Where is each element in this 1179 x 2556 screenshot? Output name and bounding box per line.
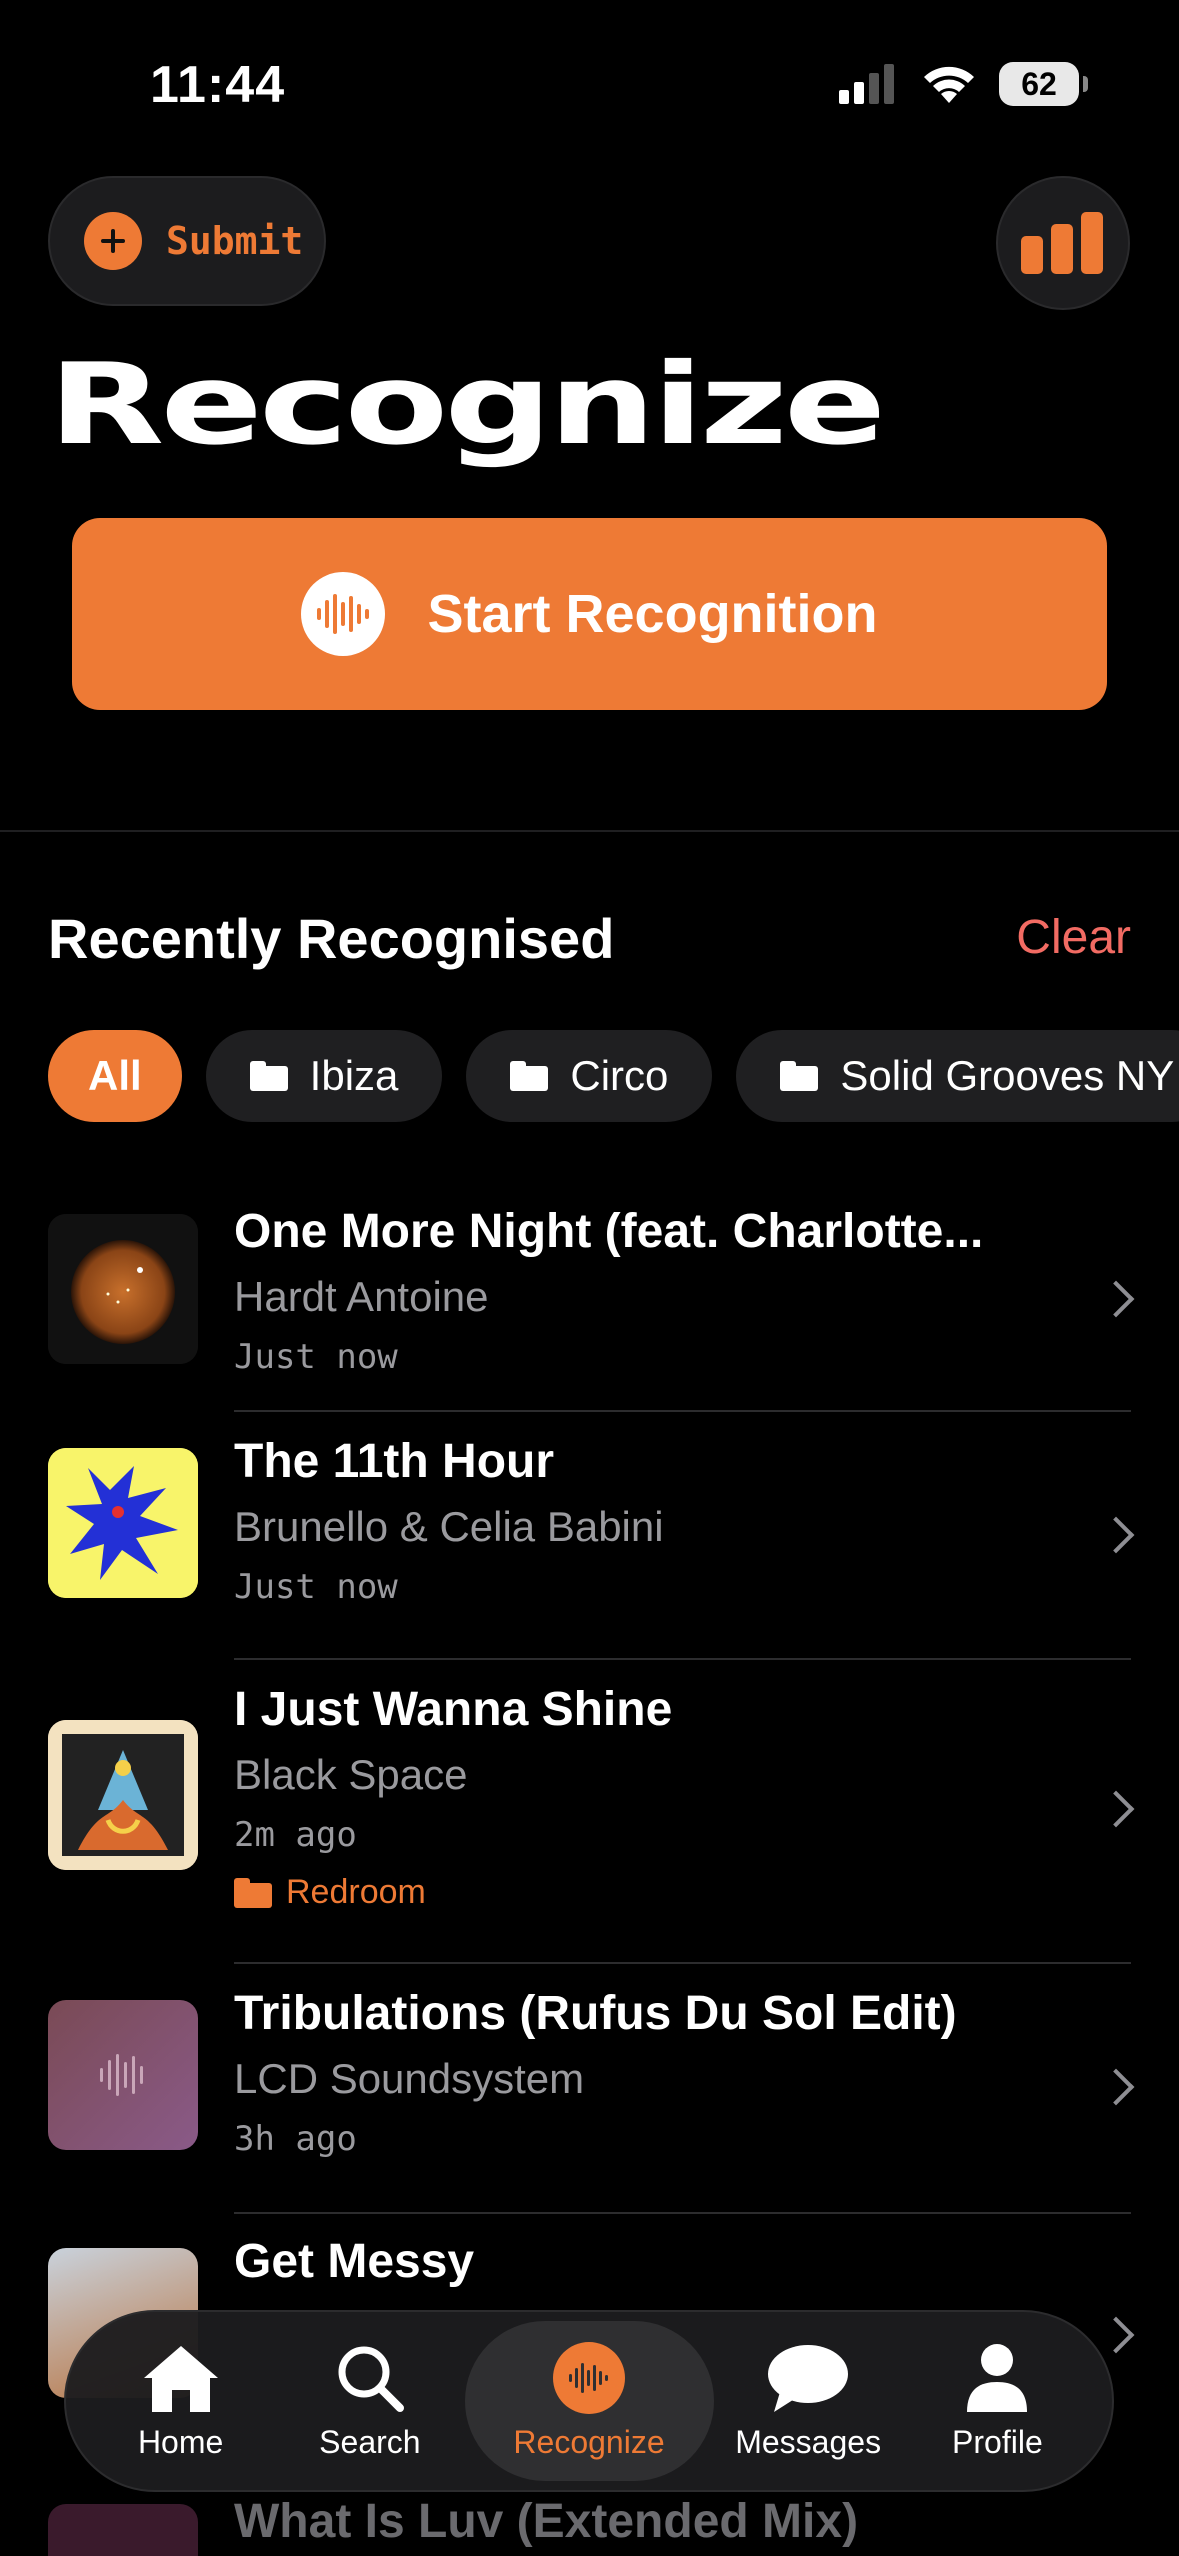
home-icon [143, 2345, 218, 2412]
track-time: 2m ago [234, 1815, 357, 1855]
plus-icon [84, 212, 142, 270]
bar-chart-icon [1021, 212, 1103, 274]
album-art-placeholder [48, 2000, 198, 2150]
track-row[interactable]: I Just Wanna Shine Black Space 2m ago Re… [0, 1660, 1179, 1964]
start-recognition-label: Start Recognition [427, 584, 878, 644]
submit-button[interactable]: Submit [48, 176, 326, 306]
section-title: Recently Recognised [48, 907, 615, 970]
search-icon [338, 2346, 404, 2412]
filter-chip-ibiza[interactable]: Ibiza [205, 1030, 443, 1122]
filter-chips: All Ibiza Circo Solid Grooves NY [48, 1030, 1179, 1122]
folder-icon [234, 1877, 272, 1908]
filter-chip-label: Ibiza [309, 1052, 399, 1099]
track-folder-label: Redroom [286, 1873, 426, 1911]
tab-label: Profile [952, 2423, 1043, 2460]
start-recognition-button[interactable]: Start Recognition [72, 518, 1107, 710]
track-time: Just now [234, 1337, 398, 1377]
track-title: I Just Wanna Shine [234, 1683, 673, 1736]
track-row[interactable]: Tribulations (Rufus Du Sol Edit) LCD Sou… [0, 1964, 1179, 2214]
track-title: Tribulations (Rufus Du Sol Edit) [234, 1987, 957, 2040]
page-title: Recognize [48, 340, 886, 470]
track-info: I Just Wanna Shine Black Space 2m ago Re… [234, 1682, 1069, 1912]
album-art [48, 1448, 198, 1598]
filter-chip-label: Solid Grooves NY [840, 1052, 1175, 1099]
battery-indicator: 62 [999, 62, 1088, 106]
folder-icon [780, 1061, 819, 1091]
status-bar: 11:44 62 [0, 0, 1179, 170]
chevron-right-icon [1097, 1790, 1135, 1828]
chevron-right-icon [1097, 1516, 1135, 1554]
tab-label: Home [137, 2423, 224, 2460]
section-divider [0, 830, 1179, 832]
status-icons: 62 [839, 62, 1088, 106]
filter-chip-label: All [88, 1052, 142, 1099]
track-info: The 11th Hour Brunello & Celia Babini Ju… [234, 1434, 1069, 1607]
submit-label: Submit [166, 219, 304, 263]
tab-recognize[interactable]: Recognize [464, 2321, 714, 2481]
track-artist: Black Space [234, 1751, 468, 1798]
filter-chip-label: Circo [570, 1052, 669, 1099]
album-art [48, 2504, 198, 2556]
person-icon [967, 2343, 1028, 2412]
track-info: Tribulations (Rufus Du Sol Edit) LCD Sou… [234, 1986, 1069, 2159]
tab-messages[interactable]: Messages [714, 2321, 903, 2481]
track-row[interactable]: The 11th Hour Brunello & Celia Babini Ju… [0, 1412, 1179, 1660]
chevron-right-icon [1097, 1280, 1135, 1318]
filter-chip-all[interactable]: All [48, 1030, 182, 1122]
track-folder[interactable]: Redroom [234, 1873, 1069, 1912]
cellular-signal-icon [839, 64, 894, 104]
tab-bar: Home Search Recognize Messages Profile [64, 2310, 1114, 2492]
waveform-icon [301, 572, 386, 656]
waveform-icon [100, 2054, 143, 2096]
folder-icon [510, 1061, 549, 1091]
waveform-icon [553, 2341, 625, 2414]
tab-home[interactable]: Home [86, 2321, 275, 2481]
stats-button[interactable] [996, 176, 1130, 310]
track-row[interactable]: One More Night (feat. Charlotte... Hardt… [0, 1186, 1179, 1434]
track-title: One More Night (feat. Charlotte... [234, 1205, 984, 1258]
clear-button[interactable]: Clear [1016, 910, 1131, 965]
album-art [48, 1720, 198, 1870]
track-artist: Hardt Antoine [234, 1273, 489, 1320]
track-time: Just now [234, 1567, 398, 1607]
track-artist: Brunello & Celia Babini [234, 1503, 664, 1550]
track-title: Get Messy [234, 2235, 475, 2288]
track-time: 3h ago [234, 2119, 357, 2159]
tab-search[interactable]: Search [275, 2321, 464, 2481]
tab-label: Recognize [513, 2423, 665, 2460]
filter-chip-solid-grooves-ny[interactable]: Solid Grooves NY [736, 1030, 1179, 1122]
status-time: 11:44 [150, 56, 286, 114]
tab-profile[interactable]: Profile [903, 2321, 1092, 2481]
filter-chip-circo[interactable]: Circo [466, 1030, 713, 1122]
track-title: The 11th Hour [234, 1435, 555, 1488]
chevron-right-icon [1097, 2068, 1135, 2106]
tab-label: Search [319, 2423, 421, 2460]
chevron-right-icon [1097, 2316, 1135, 2354]
track-info: One More Night (feat. Charlotte... Hardt… [234, 1204, 1069, 1377]
track-title[interactable]: What Is Luv (Extended Mix) [234, 2494, 858, 2549]
folder-icon [249, 1061, 288, 1091]
tab-label: Messages [735, 2423, 882, 2460]
track-artist: LCD Soundsystem [234, 2055, 585, 2102]
track-info: Get Messy [234, 2234, 1069, 2289]
album-art [48, 1214, 198, 1364]
chat-bubble-icon [768, 2344, 849, 2412]
wifi-icon [924, 66, 974, 103]
